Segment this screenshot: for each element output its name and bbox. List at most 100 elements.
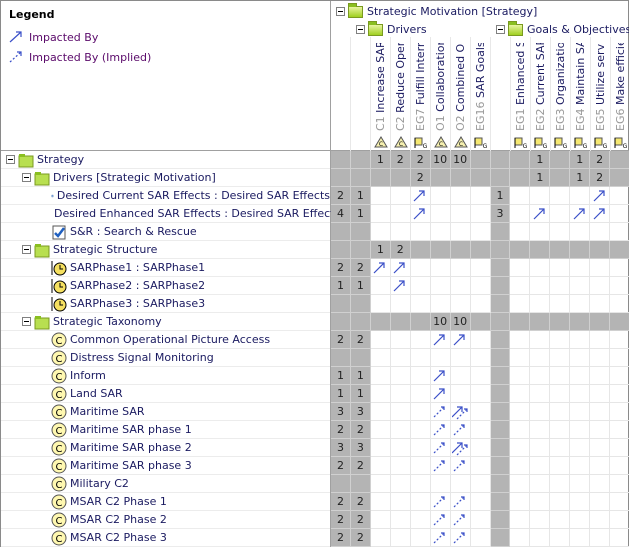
empty-cell[interactable] <box>530 331 551 349</box>
empty-cell[interactable] <box>350 349 371 367</box>
empty-cell[interactable] <box>370 403 391 421</box>
empty-cell[interactable] <box>570 511 591 529</box>
empty-cell[interactable] <box>590 421 611 439</box>
tree-row[interactable]: SARPhase2 : SARPhase2 <box>1 277 330 295</box>
empty-cell[interactable] <box>450 223 471 241</box>
empty-cell[interactable] <box>610 313 629 331</box>
empty-cell[interactable] <box>390 439 411 457</box>
empty-cell[interactable] <box>410 277 431 295</box>
implied-impact-cell[interactable] <box>430 457 451 475</box>
empty-cell[interactable] <box>510 277 531 295</box>
empty-cell[interactable] <box>590 331 611 349</box>
empty-cell[interactable] <box>550 349 571 367</box>
empty-cell[interactable] <box>490 493 511 511</box>
empty-cell[interactable] <box>550 493 571 511</box>
count-cell[interactable]: 1 <box>350 205 371 223</box>
empty-cell[interactable] <box>590 511 611 529</box>
empty-cell[interactable] <box>430 277 451 295</box>
tree-row[interactable]: C Maritime SAR <box>1 403 330 421</box>
empty-cell[interactable] <box>590 457 611 475</box>
empty-cell[interactable] <box>370 277 391 295</box>
empty-cell[interactable] <box>550 205 571 223</box>
count-cell[interactable]: 1 <box>331 367 351 385</box>
empty-cell[interactable] <box>530 277 551 295</box>
count-cell[interactable]: 3 <box>350 439 371 457</box>
empty-cell[interactable] <box>370 457 391 475</box>
empty-cell[interactable] <box>610 277 629 295</box>
tree-group-row[interactable]: Drivers [Strategic Motivation] <box>1 169 330 187</box>
impact-cell[interactable] <box>410 205 431 223</box>
empty-cell[interactable] <box>570 313 591 331</box>
count-cell[interactable]: 1 <box>350 367 371 385</box>
tree-row[interactable]: S&R : Search & Rescue <box>1 223 330 241</box>
column-header-o2[interactable]: O2 Combined Oper C <box>451 37 471 151</box>
empty-cell[interactable] <box>510 403 531 421</box>
implied-impact-cell[interactable] <box>430 421 451 439</box>
summary-column-header[interactable] <box>331 37 351 151</box>
empty-cell[interactable] <box>470 367 491 385</box>
count-cell[interactable]: 1 <box>331 385 351 403</box>
empty-cell[interactable] <box>350 241 371 259</box>
column-group-strategic-motivation[interactable]: Strategic Motivation [Strategy] <box>336 2 537 18</box>
empty-cell[interactable] <box>550 421 571 439</box>
empty-cell[interactable] <box>470 529 491 547</box>
column-header-eg6[interactable]: EG6 Make efficient G <box>611 37 629 151</box>
empty-cell[interactable] <box>530 313 551 331</box>
empty-cell[interactable] <box>410 349 431 367</box>
impact-cell[interactable] <box>370 259 391 277</box>
empty-cell[interactable] <box>390 511 411 529</box>
empty-cell[interactable] <box>390 385 411 403</box>
empty-cell[interactable] <box>410 385 431 403</box>
tree-group-row[interactable]: Strategy <box>1 151 330 169</box>
empty-cell[interactable] <box>390 367 411 385</box>
empty-cell[interactable] <box>370 475 391 493</box>
empty-cell[interactable] <box>510 421 531 439</box>
impact-cell[interactable] <box>430 367 451 385</box>
empty-cell[interactable] <box>410 295 431 313</box>
empty-cell[interactable] <box>570 457 591 475</box>
empty-cell[interactable] <box>550 511 571 529</box>
empty-cell[interactable] <box>510 475 531 493</box>
collapse-icon[interactable] <box>22 245 31 254</box>
empty-cell[interactable] <box>570 349 591 367</box>
count-cell[interactable]: 3 <box>350 403 371 421</box>
column-header-eg5[interactable]: EG5 Utilize services G <box>591 37 611 151</box>
count-cell[interactable]: 2 <box>410 151 431 169</box>
empty-cell[interactable] <box>530 349 551 367</box>
empty-cell[interactable] <box>510 349 531 367</box>
empty-cell[interactable] <box>570 277 591 295</box>
empty-cell[interactable] <box>450 205 471 223</box>
empty-cell[interactable] <box>470 457 491 475</box>
empty-cell[interactable] <box>390 475 411 493</box>
collapse-icon[interactable] <box>336 7 345 16</box>
count-cell[interactable]: 3 <box>331 403 351 421</box>
empty-cell[interactable] <box>370 439 391 457</box>
impact-cell[interactable] <box>530 205 551 223</box>
empty-cell[interactable] <box>331 169 351 187</box>
empty-cell[interactable] <box>470 421 491 439</box>
empty-cell[interactable] <box>550 151 571 169</box>
empty-cell[interactable] <box>550 475 571 493</box>
empty-cell[interactable] <box>590 241 611 259</box>
empty-cell[interactable] <box>490 475 511 493</box>
empty-cell[interactable] <box>331 223 351 241</box>
empty-cell[interactable] <box>331 349 351 367</box>
empty-cell[interactable] <box>350 295 371 313</box>
empty-cell[interactable] <box>490 277 511 295</box>
empty-cell[interactable] <box>530 493 551 511</box>
tree-row[interactable]: C Distress Signal Monitoring <box>1 349 330 367</box>
column-header-c2[interactable]: C2 Reduce Operati C <box>391 37 411 151</box>
column-header-c1[interactable]: C1 Increase SAR Sy C <box>371 37 391 151</box>
empty-cell[interactable] <box>590 223 611 241</box>
empty-cell[interactable] <box>570 475 591 493</box>
empty-cell[interactable] <box>490 151 511 169</box>
empty-cell[interactable] <box>450 349 471 367</box>
implied-impact-cell[interactable] <box>430 493 451 511</box>
empty-cell[interactable] <box>490 169 511 187</box>
count-cell[interactable]: 1 <box>570 151 591 169</box>
empty-cell[interactable] <box>410 439 431 457</box>
empty-cell[interactable] <box>610 511 629 529</box>
empty-cell[interactable] <box>590 403 611 421</box>
empty-cell[interactable] <box>550 385 571 403</box>
empty-cell[interactable] <box>610 367 629 385</box>
